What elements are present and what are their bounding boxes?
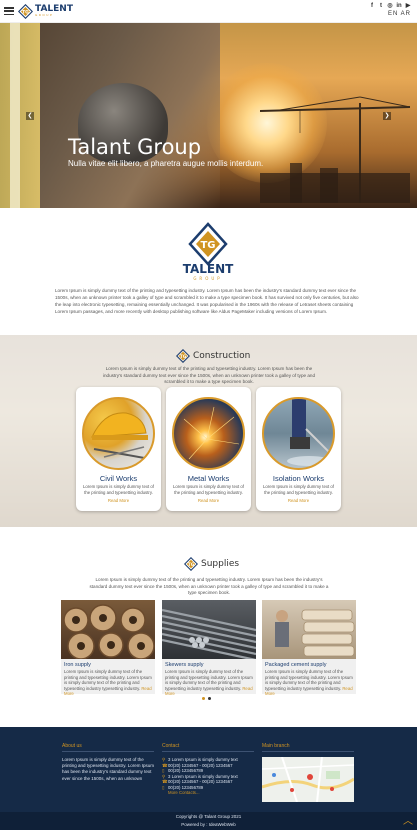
- logo-mark-icon: TG: [17, 3, 34, 19]
- footer-contact-heading: Contact: [162, 743, 180, 749]
- footer-about-text: Lorem Ipsum is simply dummy text of the …: [62, 757, 154, 781]
- supply-title: Skewers supply: [165, 662, 204, 668]
- lang-ar[interactable]: AR: [401, 11, 411, 17]
- footer-divider: [162, 751, 254, 752]
- supplies-title-text: Supplies: [201, 559, 240, 569]
- footer-contact-list: ⚲ 3 Lorem Ipsum is simply dummy text ☎ 00(…: [162, 757, 257, 796]
- construction-logo-icon: TG: [176, 349, 190, 363]
- copyright-text: Copyrights @ Talant Group 2021: [175, 814, 242, 819]
- carousel-dot[interactable]: [208, 697, 211, 700]
- card-desc: Lorem Ipsum is simply dummy text of the …: [263, 484, 334, 495]
- linkedin-icon[interactable]: in: [396, 3, 402, 9]
- header-logo[interactable]: TG TALENT GROUP: [17, 3, 73, 19]
- footer: About us Lorem Ipsum is simply dummy tex…: [0, 727, 417, 812]
- copyright-bar: Copyrights @ Talant Group 2021 Powered b…: [0, 812, 417, 830]
- card-title: Metal Works: [187, 474, 230, 483]
- top-bar: TG TALENT GROUP f t ◎ in ▶ EN AR: [0, 0, 417, 23]
- supply-desc-text: Lorem Ipsum is simply dummy text of the …: [165, 669, 253, 691]
- supply-card[interactable]: Skewers supply Lorem Ipsum is simply dum…: [162, 600, 256, 697]
- supplies-desc: Lorem Ipsum is simply dummy text of the …: [89, 577, 329, 595]
- map-pin-icon: [307, 774, 313, 780]
- header-right: f t ◎ in ▶ EN AR: [369, 3, 411, 17]
- footer-divider: [62, 751, 154, 752]
- header-brand: TALENT GROUP: [35, 5, 73, 18]
- supplies-logo-icon: TG: [184, 557, 198, 571]
- about-logo: TG TALENT GROUP: [183, 222, 234, 281]
- card-title: Civil Works: [99, 474, 138, 483]
- instagram-icon[interactable]: ◎: [387, 3, 393, 9]
- metal-works-image: [172, 397, 245, 470]
- hero-title: Talant Group: [68, 135, 202, 159]
- card-desc: Lorem Ipsum is simply dummy text of the …: [173, 484, 244, 495]
- hero-slider: ❮ ❯ Talant Group Nulla vitae elit libero…: [0, 23, 417, 208]
- branch-map[interactable]: [262, 757, 354, 802]
- menu-icon[interactable]: [4, 7, 14, 15]
- supply-desc: Lorem Ipsum is simply dummy text of the …: [165, 669, 253, 697]
- card-desc: Lorem Ipsum is simply dummy text of the …: [83, 484, 154, 495]
- service-card[interactable]: Civil Works Lorem Ipsum is simply dummy …: [76, 387, 161, 511]
- supply-desc-text: Lorem Ipsum is simply dummy text of the …: [64, 669, 152, 691]
- cement-supply-image: [262, 600, 356, 659]
- prev-arrow-icon[interactable]: ❮: [26, 112, 34, 120]
- hero-vest: [0, 23, 40, 208]
- social-links: f t ◎ in ▶: [369, 3, 411, 9]
- read-more-link[interactable]: Read More: [76, 498, 161, 503]
- contact-row: More Contacts...: [162, 790, 257, 796]
- svg-text:TG: TG: [200, 240, 215, 251]
- footer-map-heading: Main branch: [262, 743, 290, 749]
- supply-desc: Lorem Ipsum is simply dummy text of the …: [64, 669, 152, 697]
- lang-en[interactable]: EN: [388, 11, 398, 17]
- supplies-title: TG Supplies: [184, 557, 239, 571]
- powered-by-text[interactable]: Powered by : IdeaWebWeb: [0, 821, 417, 829]
- footer-divider: [262, 751, 354, 752]
- skewers-supply-image: [162, 600, 256, 659]
- facebook-icon[interactable]: f: [369, 3, 375, 9]
- supply-title: Packaged cement supply: [265, 662, 327, 668]
- read-more-link[interactable]: Read More: [256, 498, 341, 503]
- supply-desc: Lorem Ipsum is simply dummy text of the …: [265, 669, 353, 697]
- about-text: Lorem Ipsum is simply dummy text of the …: [55, 288, 359, 314]
- supply-title: Iron supply: [64, 662, 91, 668]
- construction-title: TG Construction: [176, 349, 250, 363]
- read-more-link[interactable]: Read More: [166, 498, 251, 503]
- supply-card[interactable]: Iron supply Lorem Ipsum is simply dummy …: [61, 600, 155, 697]
- crane-silhouette: [260, 96, 410, 203]
- civil-works-image: [82, 397, 155, 470]
- supply-card[interactable]: Packaged cement supply Lorem Ipsum is si…: [262, 600, 356, 697]
- svg-text:TG: TG: [188, 562, 195, 567]
- carousel-dot[interactable]: [202, 697, 205, 700]
- carousel-dots: [202, 697, 211, 700]
- svg-text:TG: TG: [22, 9, 29, 15]
- svg-text:TG: TG: [180, 354, 187, 359]
- iron-supply-image: [61, 600, 155, 659]
- footer-about-heading: About us: [62, 743, 82, 749]
- construction-section: TG Construction Lorem Ipsum is simply du…: [0, 335, 417, 527]
- language-switch: EN AR: [369, 11, 411, 17]
- card-title: Isolation Works: [272, 474, 325, 483]
- construction-desc: Lorem Ipsum is simply dummy text of the …: [102, 366, 316, 384]
- isolation-works-image: [262, 397, 335, 470]
- hero-subtitle: Nulla vitae elit libero, a pharetra augu…: [68, 159, 264, 168]
- hero-vest-stripe: [10, 23, 20, 208]
- next-arrow-icon[interactable]: ❯: [383, 112, 391, 120]
- about-section: TG TALENT GROUP Lorem Ipsum is simply du…: [0, 208, 417, 335]
- service-card[interactable]: Isolation Works Lorem Ipsum is simply du…: [256, 387, 341, 511]
- more-contacts-link[interactable]: More Contacts...: [168, 790, 200, 796]
- supply-desc-text: Lorem Ipsum is simply dummy text of the …: [265, 669, 353, 691]
- construction-title-text: Construction: [193, 351, 251, 361]
- about-brand: TALENT: [183, 262, 234, 276]
- service-card[interactable]: Metal Works Lorem Ipsum is simply dummy …: [166, 387, 251, 511]
- about-brand-sub: GROUP: [193, 276, 222, 281]
- scroll-top-icon[interactable]: ︿: [403, 812, 413, 827]
- page: TG TALENT GROUP f t ◎ in ▶ EN AR ❮ ❯ Tal…: [0, 0, 417, 830]
- twitter-icon[interactable]: t: [378, 3, 384, 9]
- youtube-icon[interactable]: ▶: [405, 3, 411, 9]
